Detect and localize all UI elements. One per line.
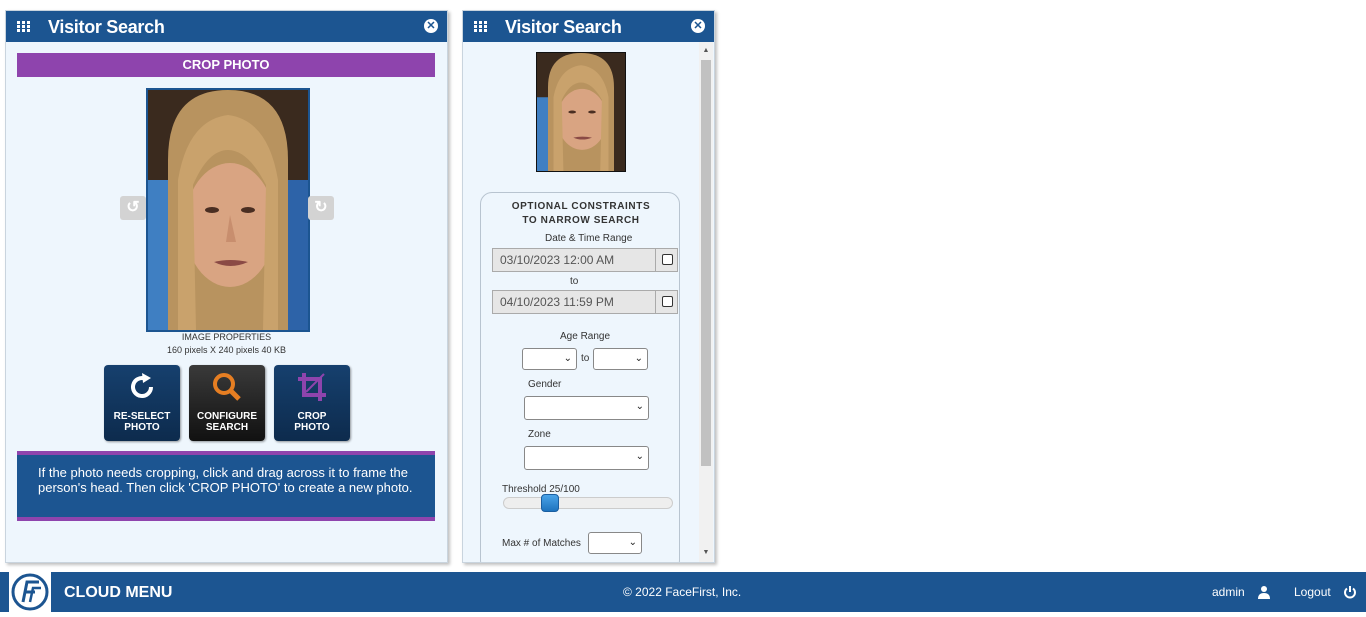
configure-label-2: SEARCH: [205, 422, 249, 433]
max-matches-select[interactable]: ⌄: [588, 532, 642, 554]
reselect-label-1: RE-SELECT: [113, 411, 171, 422]
date-to-value: 04/10/2023 11:59 PM: [500, 295, 614, 309]
reselect-photo-button[interactable]: RE-SELECT PHOTO: [104, 365, 180, 441]
crop-photo-header: CROP PHOTO: [17, 53, 435, 77]
logout-button[interactable]: Logout: [1294, 585, 1331, 599]
portrait-image: [148, 90, 308, 330]
rotate-left-icon[interactable]: ↺: [120, 196, 146, 220]
cloud-menu-button[interactable]: CLOUD MENU: [64, 584, 172, 602]
scroll-up-icon[interactable]: ▲: [699, 44, 713, 58]
age-range-label: Age Range: [560, 331, 611, 342]
threshold-slider[interactable]: [503, 494, 673, 512]
user-name[interactable]: admin: [1212, 585, 1245, 599]
date-from-value: 03/10/2023 12:00 AM: [500, 253, 615, 267]
crop-label-1: CROP: [297, 411, 327, 422]
image-properties-value: 160 pixels X 240 pixels 40 KB: [166, 345, 287, 355]
constraints-title-line2: TO NARROW SEARCH: [522, 215, 640, 226]
chevron-down-icon: ⌄: [635, 451, 644, 462]
visitor-search-panel-right: Visitor Search ✕ OPTIONAL CONSTRAINTS TO…: [462, 10, 715, 563]
copyright-text: © 2022 FaceFirst, Inc.: [623, 585, 742, 599]
constraints-title-line1: OPTIONAL CONSTRAINTS: [511, 201, 651, 212]
age-min-select[interactable]: ⌄: [522, 348, 577, 370]
power-icon[interactable]: [1343, 585, 1357, 599]
photo-crop-area[interactable]: [146, 88, 310, 332]
reselect-label-2: PHOTO: [124, 422, 160, 433]
date-to-checkbox[interactable]: [662, 296, 673, 307]
max-matches-label: Max # of Matches: [502, 538, 581, 549]
date-range-label: Date & Time Range: [545, 233, 633, 244]
chevron-down-icon: ⌄: [628, 537, 637, 548]
user-icon[interactable]: [1257, 585, 1271, 599]
selected-photo-thumbnail: [536, 52, 626, 172]
search-icon: [189, 365, 265, 409]
zone-select[interactable]: ⌄: [524, 446, 649, 470]
grid-menu-icon[interactable]: [17, 21, 30, 32]
crop-icon: [274, 365, 350, 409]
age-to-label: to: [581, 353, 590, 364]
image-properties-title: IMAGE PROPERTIES: [181, 332, 272, 342]
date-to-field[interactable]: 04/10/2023 11:59 PM: [492, 290, 678, 314]
date-from-field[interactable]: 03/10/2023 12:00 AM: [492, 248, 678, 272]
visitor-search-panel-left: Visitor Search ✕ CROP PHOTO ↺ ↻ IMAGE PR…: [5, 10, 448, 563]
age-max-select[interactable]: ⌄: [593, 348, 648, 370]
chevron-down-icon: ⌄: [634, 353, 643, 364]
scroll-down-icon[interactable]: ▼: [699, 546, 713, 560]
instructions-text: If the photo needs cropping, click and d…: [38, 465, 413, 495]
scrollbar-thumb[interactable]: [701, 60, 711, 466]
panel-scrollbar[interactable]: ▲ ▼: [699, 42, 713, 562]
gender-label: Gender: [528, 379, 562, 390]
instructions-box: If the photo needs cropping, click and d…: [17, 451, 435, 521]
panel-title: Visitor Search: [48, 17, 165, 37]
facefirst-logo[interactable]: [9, 572, 51, 612]
panel-titlebar: Visitor Search ✕: [463, 11, 714, 42]
date-from-checkbox[interactable]: [662, 254, 673, 265]
image-properties: IMAGE PROPERTIES 160 pixels X 240 pixels…: [106, 331, 347, 357]
close-icon[interactable]: ✕: [424, 19, 438, 33]
refresh-icon: [104, 365, 180, 409]
configure-search-button[interactable]: CONFIGURE SEARCH: [189, 365, 265, 441]
panel-title: Visitor Search: [505, 17, 622, 37]
optional-constraints-section: OPTIONAL CONSTRAINTS TO NARROW SEARCH Da…: [480, 192, 681, 562]
threshold-label: Threshold 25/100: [502, 484, 580, 495]
crop-label-2: PHOTO: [294, 422, 330, 433]
crop-photo-button[interactable]: CROP PHOTO: [274, 365, 350, 441]
portrait-thumbnail: [537, 53, 625, 171]
gender-select[interactable]: ⌄: [524, 396, 649, 420]
configure-label-1: CONFIGURE: [197, 411, 257, 422]
footer-bar: CLOUD MENU © 2022 FaceFirst, Inc. admin …: [0, 572, 1366, 612]
chevron-down-icon: ⌄: [563, 353, 572, 364]
panel-titlebar: Visitor Search ✕: [6, 11, 447, 42]
grid-menu-icon[interactable]: [474, 21, 487, 32]
constraints-title: OPTIONAL CONSTRAINTS TO NARROW SEARCH: [481, 200, 681, 228]
chevron-down-icon: ⌄: [635, 401, 644, 412]
rotate-right-icon[interactable]: ↻: [308, 196, 334, 220]
close-icon[interactable]: ✕: [691, 19, 705, 33]
zone-label: Zone: [528, 429, 551, 440]
threshold-slider-handle[interactable]: [541, 494, 559, 512]
date-to-label: to: [570, 276, 579, 287]
